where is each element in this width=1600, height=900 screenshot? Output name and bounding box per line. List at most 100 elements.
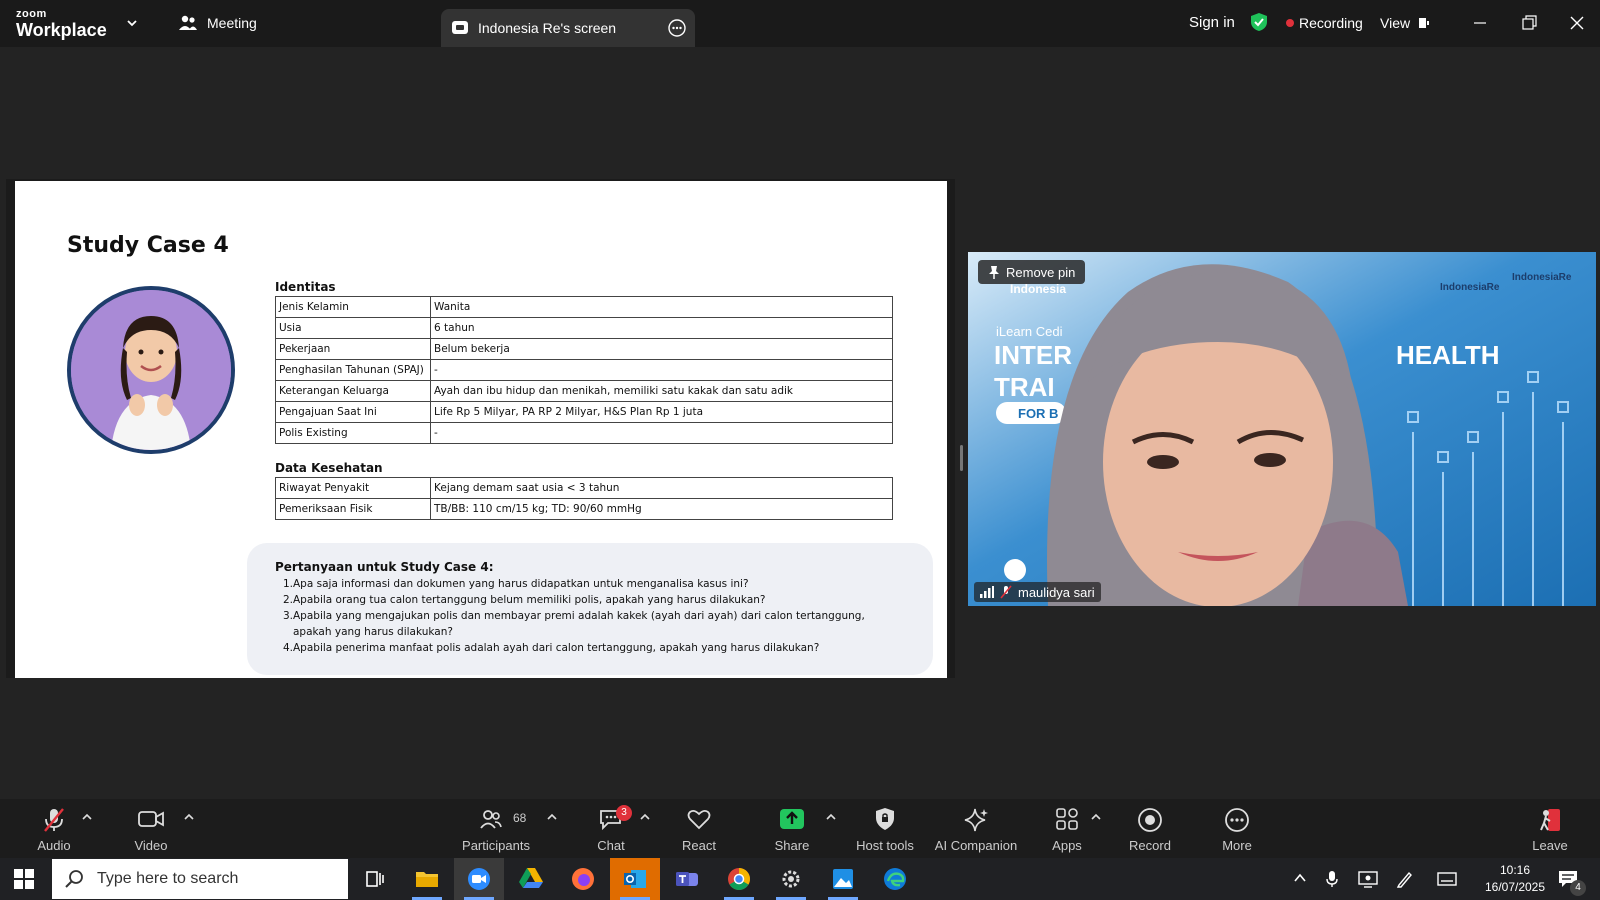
slide-title: Study Case 4: [67, 233, 229, 258]
video-background: [968, 252, 1596, 606]
apps-options-chevron-icon[interactable]: [1091, 813, 1101, 821]
share-button[interactable]: Share: [752, 799, 832, 858]
question-text: Apabila penerima manfaat polis adalah ay…: [293, 642, 820, 654]
table-value: Ayah dan ibu hidup dan menikah, memiliki…: [430, 380, 893, 402]
taskbar-settings[interactable]: [766, 858, 816, 900]
taskbar-file-explorer[interactable]: [402, 858, 452, 900]
close-icon[interactable]: [1569, 13, 1585, 33]
teams-icon: [675, 867, 699, 891]
table-value: Belum bekerja: [430, 338, 893, 360]
bg-health-text: HEALTH: [1396, 340, 1500, 370]
keyboard-icon[interactable]: [1437, 870, 1457, 888]
audio-options-chevron-icon[interactable]: [82, 813, 92, 821]
taskbar-outlook[interactable]: [610, 858, 660, 900]
participant-video-tile[interactable]: Indonesia iLearn Cedi INTER TRAI FOR B H…: [968, 252, 1596, 606]
taskbar-firefox[interactable]: [558, 858, 608, 900]
table-key: Jenis Kelamin: [275, 296, 431, 318]
participants-options-chevron-icon[interactable]: [547, 813, 557, 821]
react-label: React: [682, 838, 716, 853]
tray-chevron-icon[interactable]: [1293, 870, 1307, 886]
record-button[interactable]: Record: [1110, 799, 1190, 858]
task-view-icon: [363, 867, 387, 891]
question-text: Apabila orang tua calon tertanggung belu…: [293, 594, 766, 606]
clock-date: 16/07/2025: [1484, 880, 1546, 894]
child-photo: [67, 286, 235, 454]
taskbar-google-drive[interactable]: [506, 858, 556, 900]
table-key: Polis Existing: [275, 422, 431, 444]
windows-taskbar: Type here to search 10:16 16/07/2025 4: [0, 858, 1600, 900]
muted-mic-icon: [1000, 585, 1012, 599]
chat-button[interactable]: 3 Chat: [571, 799, 651, 858]
task-view-button[interactable]: [350, 858, 400, 900]
bg-train-text: TRAI: [994, 372, 1055, 402]
title-bar: zoom Workplace Meeting Indonesia Re's sc…: [0, 0, 1600, 47]
questions-list: 1. Apa saja informasi dan dokumen yang ha…: [283, 576, 903, 656]
taskbar-edge[interactable]: [870, 858, 920, 900]
chrome-icon: [727, 867, 751, 891]
react-button[interactable]: React: [659, 799, 739, 858]
search-placeholder: Type here to search: [97, 870, 239, 887]
bg-inter-text: INTER: [994, 340, 1072, 370]
bg-logo-text: IndonesiaRe: [1440, 282, 1500, 293]
host-tools-button[interactable]: Host tools: [845, 799, 925, 858]
list-item: 4. Apabila penerima manfaat polis adalah …: [283, 640, 903, 656]
more-options-icon[interactable]: [668, 19, 686, 37]
table-row: Pekerjaan Belum bekerja: [275, 338, 893, 360]
mic-muted-icon: [41, 807, 67, 833]
video-label: Video: [134, 838, 168, 853]
participants-count: 68: [513, 811, 527, 825]
table-row: Jenis Kelamin Wanita: [275, 296, 893, 318]
taskbar-photos[interactable]: [818, 858, 868, 900]
video-options-chevron-icon[interactable]: [184, 813, 194, 821]
taskbar-teams[interactable]: [662, 858, 712, 900]
video-button[interactable]: Video: [111, 799, 191, 858]
gear-icon: [779, 867, 803, 891]
apps-label: Apps: [1052, 838, 1082, 853]
minimize-icon[interactable]: [1473, 13, 1487, 33]
sign-in-button[interactable]: Sign in: [1189, 14, 1235, 31]
apps-button[interactable]: Apps: [1027, 799, 1107, 858]
brand-big: Workplace: [16, 20, 107, 40]
zoom-logo[interactable]: zoom Workplace: [16, 8, 107, 40]
view-button[interactable]: View: [1380, 15, 1431, 31]
participants-button[interactable]: 68 Participants: [457, 799, 535, 858]
windows-start-icon[interactable]: [14, 869, 34, 889]
more-button[interactable]: More: [1197, 799, 1277, 858]
display-sharing-icon[interactable]: [1358, 870, 1378, 888]
recording-dot-icon: [1286, 19, 1294, 27]
table-key: Riwayat Penyakit: [275, 477, 431, 499]
leave-label: Leave: [1532, 838, 1568, 853]
recording-indicator[interactable]: Recording: [1286, 15, 1363, 31]
brand-small: zoom: [16, 8, 47, 20]
more-label: More: [1222, 838, 1252, 853]
security-shield-icon[interactable]: [1250, 12, 1268, 32]
taskbar-chrome[interactable]: [714, 858, 764, 900]
taskbar-zoom[interactable]: [454, 858, 504, 900]
chevron-down-icon[interactable]: [126, 17, 138, 29]
table-value: Life Rp 5 Milyar, PA RP 2 Milyar, H&S Pl…: [430, 401, 893, 423]
microphone-icon[interactable]: [1326, 870, 1338, 888]
remove-pin-button[interactable]: Remove pin: [978, 260, 1086, 284]
taskbar-search-box[interactable]: Type here to search: [52, 859, 348, 899]
pin-icon: [988, 265, 1000, 279]
chat-label: Chat: [597, 838, 625, 853]
bg-brand-text: Indonesia: [1010, 282, 1067, 296]
more-dots-icon: [1224, 807, 1250, 833]
split-resize-handle[interactable]: [960, 445, 963, 471]
heart-icon: [686, 807, 712, 831]
tab-screen-share[interactable]: Indonesia Re's screen: [441, 9, 695, 47]
identitas-heading: Identitas: [275, 280, 336, 294]
share-label: Share: [774, 838, 810, 853]
leave-button[interactable]: Leave: [1510, 799, 1590, 858]
taskbar-clock[interactable]: 10:16 16/07/2025: [1470, 862, 1560, 896]
table-row: Pengajuan Saat Ini Life Rp 5 Milyar, PA R…: [275, 401, 893, 423]
share-options-chevron-icon[interactable]: [826, 813, 836, 821]
audio-button[interactable]: Audio: [14, 799, 94, 858]
pen-icon[interactable]: [1396, 870, 1414, 888]
chat-options-chevron-icon[interactable]: [640, 813, 650, 821]
signal-strength-icon: [980, 586, 994, 598]
restore-icon[interactable]: [1521, 13, 1537, 33]
clock-time: 10:16: [1499, 863, 1531, 877]
ai-companion-button[interactable]: AI Companion: [930, 799, 1022, 858]
tab-meeting[interactable]: Meeting: [178, 14, 257, 32]
